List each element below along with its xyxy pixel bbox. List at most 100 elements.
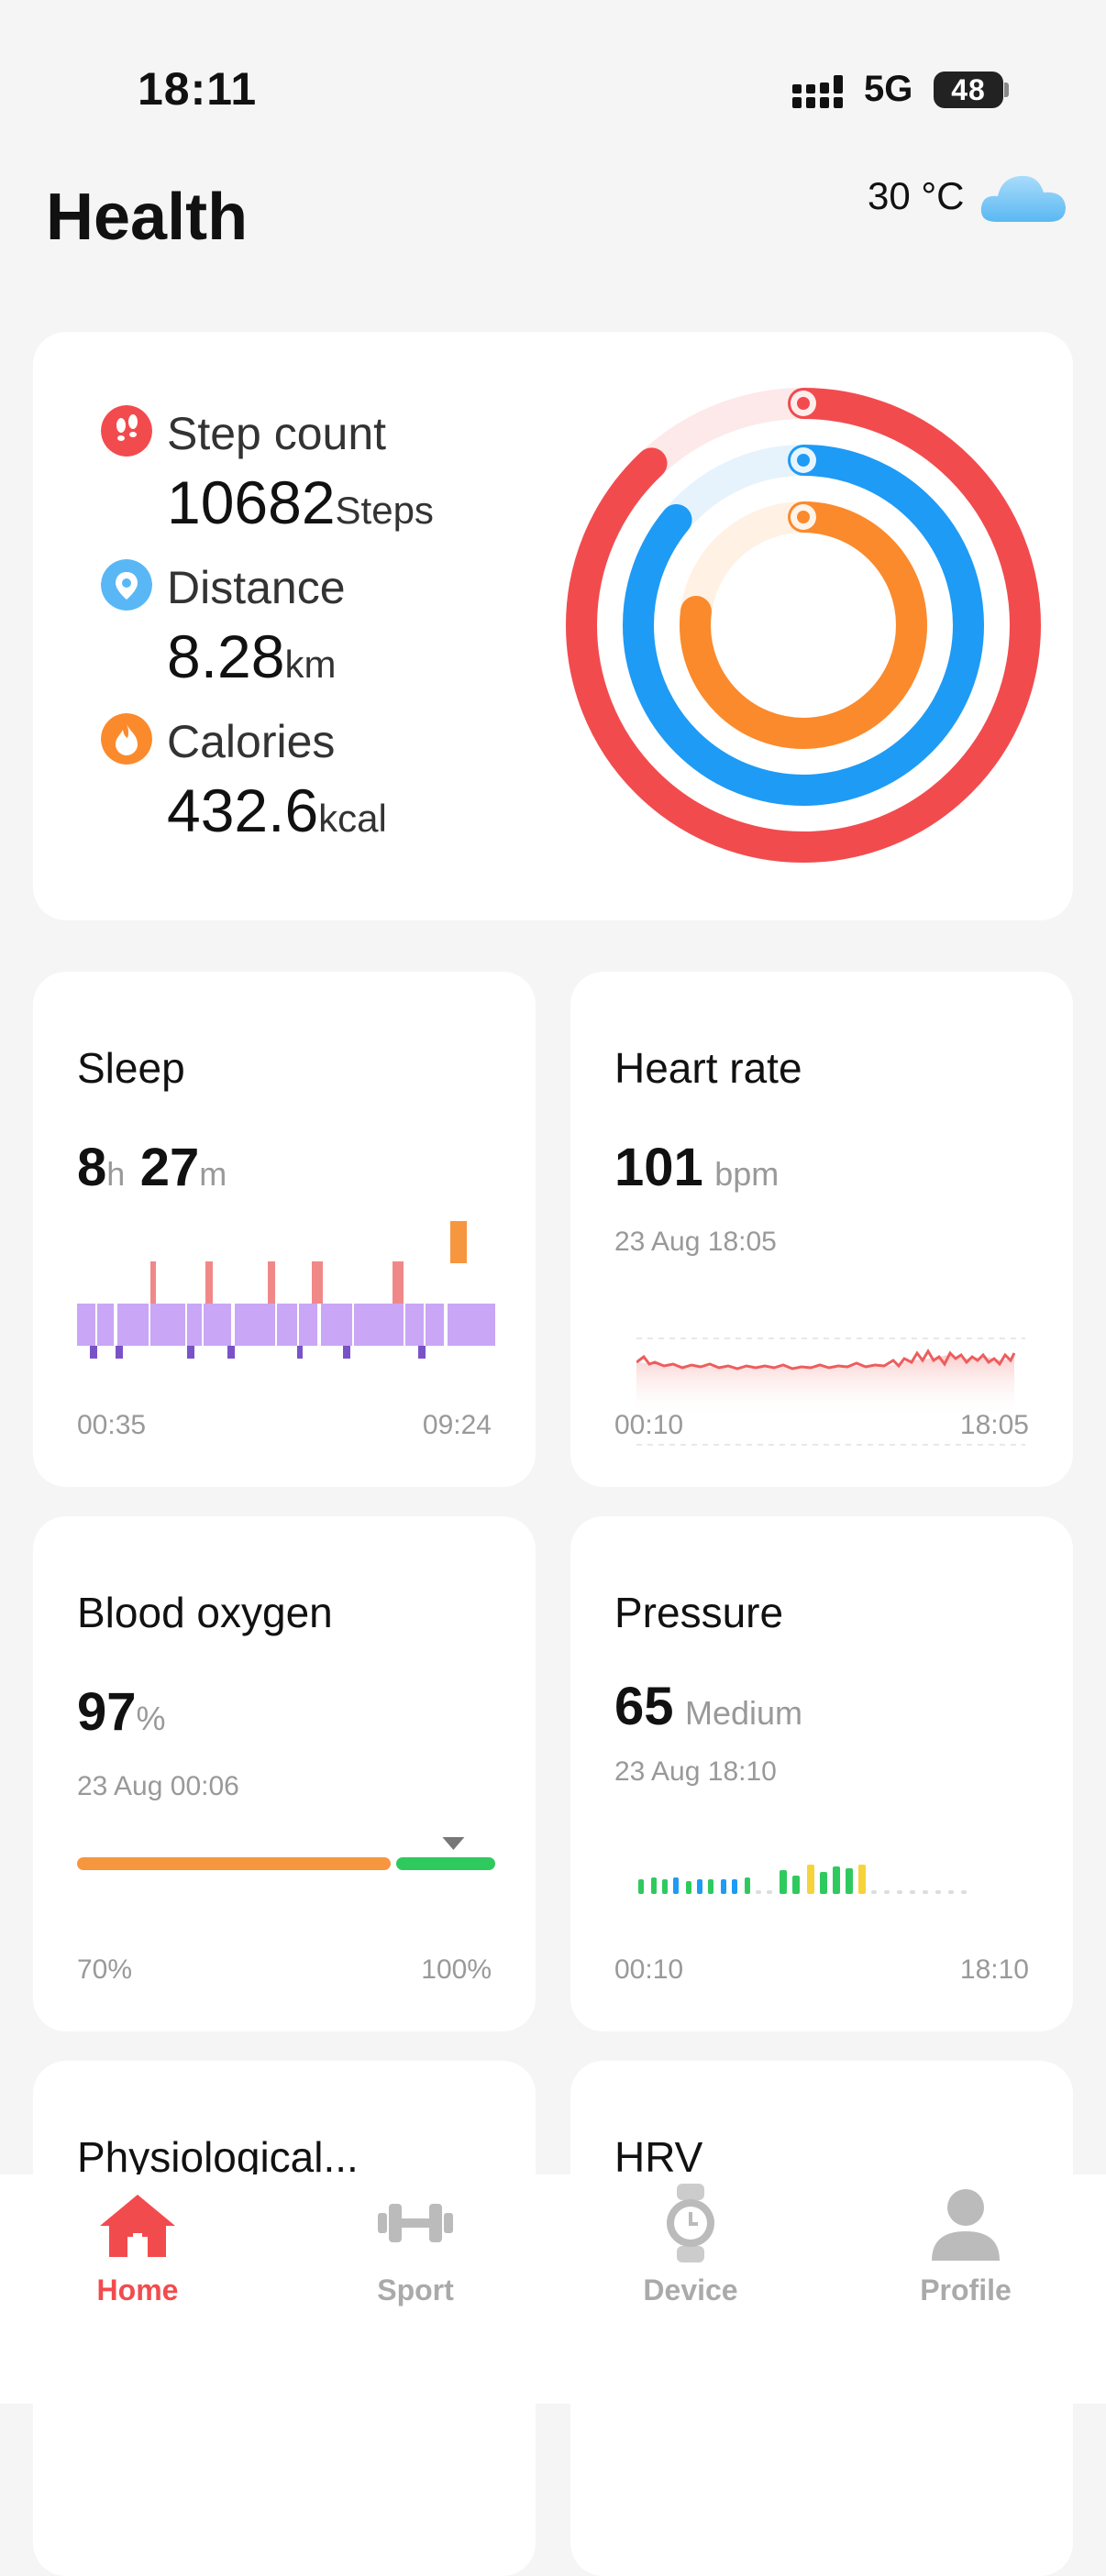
sleep-title: Sleep	[77, 1044, 185, 1092]
pressure-level: Medium	[684, 1694, 803, 1732]
sleep-deep-bar	[187, 1346, 194, 1359]
pressure-bar	[910, 1890, 915, 1894]
sleep-stage-chart	[77, 1221, 495, 1359]
pressure-bar	[792, 1876, 800, 1894]
heart-rate-end-time: 18:05	[959, 1410, 1029, 1440]
steps-unit: Steps	[335, 489, 434, 532]
heart-rate-reading: 101 bpm	[614, 1137, 779, 1198]
sleep-deep-bar	[418, 1346, 426, 1359]
distance-value: 8.28	[167, 622, 285, 690]
sleep-rem-bar	[205, 1261, 213, 1304]
dumbbell-icon	[378, 2204, 453, 2242]
sleep-minutes: 27	[139, 1138, 200, 1197]
sleep-hours: 8	[77, 1138, 107, 1197]
heart-rate-value: 101	[614, 1138, 703, 1197]
watch-icon	[667, 2184, 714, 2262]
distance-unit: km	[284, 643, 337, 686]
pressure-start-time: 00:10	[614, 1954, 684, 1985]
blood-oxygen-unit: %	[136, 1700, 166, 1737]
activity-rings[interactable]	[528, 359, 1078, 891]
sleep-rem-bar	[393, 1261, 404, 1304]
footprints-icon	[101, 405, 152, 457]
pressure-bar	[721, 1879, 726, 1894]
blood-oxygen-title: Blood oxygen	[77, 1589, 333, 1636]
pressure-reading: 65 Medium	[614, 1676, 802, 1737]
sleep-rem-bar	[312, 1261, 323, 1304]
sleep-deep-bar	[343, 1346, 350, 1359]
steps-ring-icon-dot	[797, 397, 810, 410]
heart-rate-start-time: 00:10	[614, 1410, 684, 1440]
sleep-end-time: 09:24	[422, 1410, 492, 1440]
pressure-bar	[756, 1890, 761, 1894]
cloud-icon	[980, 175, 1066, 222]
nav-sport-label[interactable]: Sport	[324, 2273, 507, 2307]
blood-oxygen-card[interactable]: Blood oxygen 97% 23 Aug 00:06 70% 100%	[33, 1516, 536, 2031]
pressure-bar	[833, 1866, 840, 1894]
pressure-bar	[697, 1879, 702, 1894]
blood-oxygen-date: 23 Aug 00:06	[77, 1771, 239, 1801]
home-icon	[100, 2195, 175, 2257]
pressure-bar	[807, 1865, 814, 1894]
pressure-bar	[897, 1890, 902, 1894]
nav-device-label[interactable]: Device	[599, 2273, 782, 2307]
nav-home-label[interactable]: Home	[46, 2273, 229, 2307]
steps-value: 10682	[167, 468, 336, 536]
pressure-title: Pressure	[614, 1589, 784, 1636]
pressure-bar	[935, 1890, 941, 1894]
pressure-date: 23 Aug 18:10	[614, 1756, 777, 1787]
nav-device[interactable]	[599, 2182, 782, 2269]
spo2-marker-icon	[442, 1837, 465, 1850]
sleep-rem-bar	[268, 1261, 275, 1304]
distance-ring-icon-dot	[797, 454, 810, 467]
sleep-hours-unit: h	[106, 1155, 126, 1193]
heart-rate-unit: bpm	[714, 1155, 780, 1193]
nav-profile-label[interactable]: Profile	[874, 2273, 1057, 2307]
blood-oxygen-scale	[77, 1837, 495, 1870]
calories-label: Calories	[167, 716, 336, 767]
sleep-deep-bar	[90, 1346, 97, 1359]
distance-label: Distance	[167, 562, 346, 613]
steps-label: Step count	[167, 408, 387, 459]
pressure-bar	[846, 1868, 853, 1894]
blood-oxygen-max-label: 100%	[421, 1954, 492, 1985]
nav-profile[interactable]	[874, 2182, 1057, 2269]
pressure-bar	[651, 1877, 657, 1894]
sleep-awake-bar	[450, 1221, 467, 1263]
pressure-bar	[767, 1890, 772, 1894]
page-title: Health	[46, 181, 249, 254]
pressure-bar	[732, 1879, 737, 1894]
sleep-light-band	[77, 1304, 495, 1346]
heart-rate-title: Heart rate	[614, 1044, 802, 1092]
pressure-bar	[923, 1890, 928, 1894]
sleep-deep-bar	[116, 1346, 123, 1359]
activity-card[interactable]: Step count 10682Steps Distance 8.28km Ca…	[33, 332, 1073, 920]
sleep-card[interactable]: Sleep 8h 27m 00:35 09:24	[33, 972, 536, 1487]
heart-rate-card[interactable]: Heart rate 101 bpm 23 Aug 18:05 00:10 18…	[570, 972, 1073, 1487]
sleep-deep-bar	[227, 1346, 235, 1359]
temperature: 30 °C	[868, 174, 965, 217]
pressure-bar	[745, 1877, 750, 1894]
battery-tip	[1004, 83, 1009, 97]
blood-oxygen-value: 97	[77, 1682, 137, 1742]
pressure-bar	[673, 1877, 679, 1894]
pressure-bar	[820, 1872, 827, 1894]
calories-unit: kcal	[318, 797, 387, 840]
sleep-start-time: 00:35	[77, 1410, 147, 1440]
pressure-chart	[638, 1865, 967, 1894]
pressure-bar	[780, 1870, 787, 1894]
nav-home[interactable]	[46, 2182, 229, 2269]
pressure-bar	[884, 1890, 890, 1894]
sleep-minutes-unit: m	[199, 1155, 227, 1193]
nav-sport[interactable]	[324, 2182, 507, 2269]
sleep-duration: 8h 27m	[77, 1137, 227, 1198]
flame-icon	[101, 713, 152, 765]
pressure-value: 65	[614, 1677, 674, 1736]
pressure-bar	[638, 1879, 644, 1894]
calories-value-row: 432.6kcal	[167, 776, 387, 845]
pressure-card[interactable]: Pressure 65 Medium 23 Aug 18:10 00:10 18…	[570, 1516, 1073, 2031]
pressure-bar	[948, 1890, 954, 1894]
distance-value-row: 8.28km	[167, 622, 336, 691]
steps-value-row: 10682Steps	[167, 468, 434, 537]
pressure-end-time: 18:10	[959, 1954, 1029, 1985]
calories-ring-icon-dot	[797, 511, 810, 523]
